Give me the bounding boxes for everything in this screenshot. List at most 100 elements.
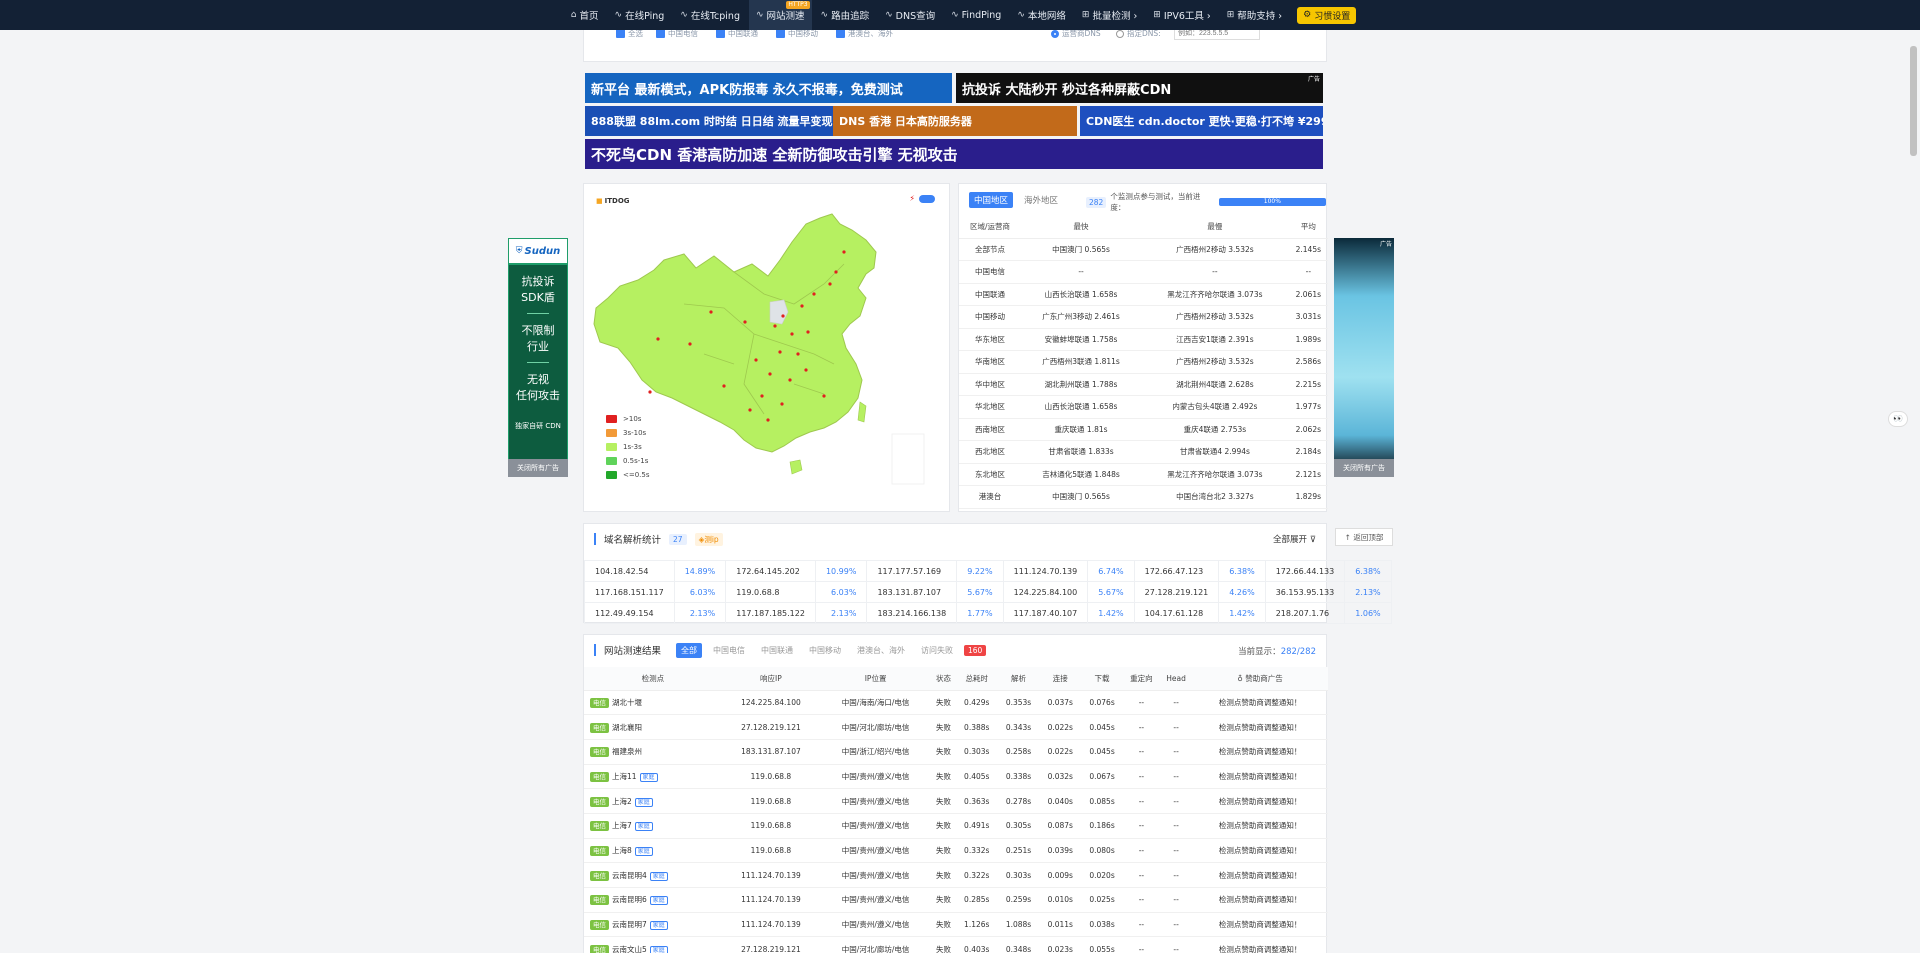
- download-time: 0.067s: [1081, 764, 1123, 790]
- result-row: 电信 云南昆明6 家庭 111.124.70.139 中国/贵州/遵义/电信 失败 0.28…: [584, 887, 1328, 913]
- banner-ad-5[interactable]: 不死鸟CDN 香港高防加速 全新防御攻击引擎 无视攻击: [585, 139, 1323, 169]
- tab-region-0[interactable]: 中国地区: [969, 192, 1014, 208]
- nav-item-10[interactable]: ⊞ 帮助支持 ›: [1220, 0, 1289, 30]
- nav-item-7[interactable]: ∿ 本地网络: [1010, 0, 1073, 30]
- nav-item-8[interactable]: ⊞ 批量检测 ›: [1075, 0, 1144, 30]
- response-ip[interactable]: 119.0.68.8: [721, 838, 820, 864]
- node-cell: 电信 上海2 家庭: [584, 788, 722, 814]
- sponsor-link[interactable]: 检测点赞助商调整通知！: [1192, 912, 1328, 938]
- sponsor-link[interactable]: 检测点赞助商调整通知！: [1192, 764, 1328, 790]
- test-ip-badge[interactable]: ◈测ip: [694, 532, 723, 546]
- dns-ip[interactable]: 104.18.42.54: [584, 560, 675, 582]
- dns-ip[interactable]: 36.153.95.133: [1264, 581, 1346, 603]
- dns-ip[interactable]: 117.187.185.122: [725, 602, 816, 624]
- scrollbar[interactable]: [1910, 46, 1917, 156]
- banner-ad-0[interactable]: 新平台 最新模式，APK防报毒 永久不报毒，免费测试: [585, 73, 952, 103]
- tab-result-4[interactable]: 港澳台、海外: [852, 643, 910, 658]
- tab-result-5[interactable]: 访问失败: [916, 643, 958, 658]
- floating-helper-button[interactable]: 👀: [1888, 411, 1908, 427]
- node-marker: [766, 418, 770, 422]
- dns-ip[interactable]: 172.66.47.123: [1133, 560, 1220, 582]
- sponsor-link[interactable]: 检测点赞助商调整通知！: [1192, 838, 1328, 864]
- dns-ip[interactable]: 172.64.145.202: [725, 560, 816, 582]
- sponsor-link[interactable]: 检测点赞助商调整通知！: [1192, 714, 1328, 740]
- sponsor-link[interactable]: 检测点赞助商调整通知！: [1192, 936, 1328, 953]
- sponsor-link[interactable]: 检测点赞助商调整通知！: [1192, 813, 1328, 839]
- dns-time: 0.251s: [997, 838, 1040, 864]
- dns-ip[interactable]: 112.49.49.154: [584, 602, 675, 624]
- table-cell: 广东广州3移动 2.461s: [1021, 305, 1142, 329]
- sponsor-link[interactable]: 检测点赞助商调整通知！: [1192, 690, 1328, 716]
- banner-ad-3[interactable]: DNS 香港 日本高防服务器: [833, 106, 1077, 136]
- table-cell: 中国澳门 0.565s: [1021, 238, 1142, 261]
- dns-ip[interactable]: 111.124.70.139: [1002, 560, 1089, 582]
- ip-location: 中国/海南/海口/电信: [820, 690, 932, 716]
- nav-item-6[interactable]: ∿ FindPing: [944, 0, 1008, 30]
- response-ip[interactable]: 119.0.68.8: [721, 764, 820, 790]
- banner-ad-2[interactable]: 888联盟 88lm.com 时时结 日日结 流量早变现: [585, 106, 833, 136]
- progress-label: 100%: [1263, 198, 1281, 205]
- sponsor-link[interactable]: 检测点赞助商调整通知！: [1192, 788, 1328, 814]
- response-ip[interactable]: 27.128.219.121: [721, 714, 820, 740]
- nav-item-0[interactable]: ⌂ 首页: [564, 0, 606, 30]
- dns-ip[interactable]: 117.168.151.117: [584, 581, 675, 603]
- banner-ad-4[interactable]: CDN医生 cdn.doctor 更快·更稳·打不垮 ¥299起: [1080, 106, 1323, 136]
- dns-ip[interactable]: 119.0.68.8: [725, 581, 816, 603]
- back-to-top-button[interactable]: ↑ 返回顶部: [1335, 528, 1393, 546]
- close-ads-button[interactable]: 关闭所有广告: [508, 459, 568, 477]
- tab-result-0[interactable]: 全部: [676, 643, 702, 658]
- dns-percent: 5.67%: [956, 581, 1004, 603]
- nav-item-5[interactable]: ∿ DNS查询: [878, 0, 942, 30]
- tab-result-3[interactable]: 中国移动: [804, 643, 846, 658]
- sponsor-link[interactable]: 检测点赞助商调整通知！: [1192, 862, 1328, 888]
- tab-result-2[interactable]: 中国联通: [756, 643, 798, 658]
- dns-ip[interactable]: 183.131.87.107: [866, 581, 958, 603]
- dns-ip[interactable]: 183.214.166.138: [866, 602, 958, 624]
- nav-item-4[interactable]: ∿ 路由追踪: [814, 0, 877, 30]
- node-cell: 电信 上海11 家庭: [584, 764, 722, 790]
- dns-ip[interactable]: 104.17.61.128: [1133, 602, 1220, 624]
- tab-region-1[interactable]: 海外地区: [1019, 192, 1063, 208]
- nav-item-2[interactable]: ∿ 在线Tcping: [673, 0, 747, 30]
- response-ip[interactable]: 111.124.70.139: [721, 912, 820, 938]
- tab-result-1[interactable]: 中国电信: [708, 643, 750, 658]
- ip-location: 中国/贵州/遵义/电信: [820, 838, 932, 864]
- legend-label: <=0.5s: [623, 471, 650, 479]
- response-ip[interactable]: 119.0.68.8: [721, 788, 820, 814]
- sponsor-link[interactable]: 检测点赞助商调整通知！: [1192, 739, 1328, 765]
- banner-ad-1[interactable]: 抗投诉 大陆秒开 秒过各种屏蔽CDN 广告: [956, 73, 1323, 103]
- status-cell: 失败: [931, 838, 956, 864]
- habit-settings-label: 习惯设置: [1314, 11, 1351, 22]
- response-ip[interactable]: 124.225.84.100: [721, 690, 820, 716]
- close-ads-button[interactable]: 关闭所有广告: [1334, 459, 1394, 477]
- response-ip[interactable]: 111.124.70.139: [721, 862, 820, 888]
- node-cell: 电信 上海8 家庭: [584, 838, 722, 864]
- table-header: ♁ 赞助商广告: [1192, 667, 1328, 691]
- redirect-time: --: [1122, 912, 1160, 938]
- response-ip[interactable]: 183.131.87.107: [721, 739, 820, 765]
- dns-ip[interactable]: 124.225.84.100: [1002, 581, 1089, 603]
- dns-ip[interactable]: 117.177.57.169: [866, 560, 958, 582]
- dns-ip[interactable]: 27.128.219.121: [1133, 581, 1220, 603]
- response-ip[interactable]: 27.128.219.121: [721, 936, 820, 953]
- region-tabs: 中国地区 海外地区: [969, 192, 1063, 208]
- habit-settings-button[interactable]: ⚙ 习惯设置: [1297, 6, 1357, 24]
- nav-item-1[interactable]: ∿ 在线Ping: [608, 0, 672, 30]
- table-row: 西北地区 甘肃省联通 1.833s 甘肃省联通4 2.994s 2.184s: [959, 440, 1328, 464]
- redirect-time: --: [1122, 739, 1160, 765]
- nav-item-9[interactable]: ⊞ IPV6工具 ›: [1146, 0, 1217, 30]
- total-time: 0.322s: [955, 862, 998, 888]
- nav-item-label: FindPing: [961, 9, 1002, 21]
- sponsor-link[interactable]: 检测点赞助商调整通知！: [1192, 887, 1328, 913]
- dns-ip[interactable]: 172.66.44.133: [1264, 560, 1346, 582]
- left-side-ad[interactable]: ⛨ Sudun 抗投诉 SDK盾 不限制 行业 无视 任何攻击 独家自研 CDN: [508, 238, 568, 470]
- checkbox-icon: [656, 29, 665, 38]
- dns-ip[interactable]: 117.187.40.107: [1002, 602, 1089, 624]
- response-ip[interactable]: 111.124.70.139: [721, 887, 820, 913]
- dns-ip[interactable]: 218.207.1.76: [1264, 602, 1346, 624]
- expand-all-button[interactable]: 全部展开 ⊽: [1273, 533, 1316, 545]
- response-ip[interactable]: 119.0.68.8: [721, 813, 820, 839]
- nav-item-3[interactable]: ∿ 网站测速 HTTP3: [748, 0, 812, 30]
- connect-time: 0.009s: [1039, 862, 1082, 888]
- right-side-ad[interactable]: 广告: [1334, 238, 1394, 470]
